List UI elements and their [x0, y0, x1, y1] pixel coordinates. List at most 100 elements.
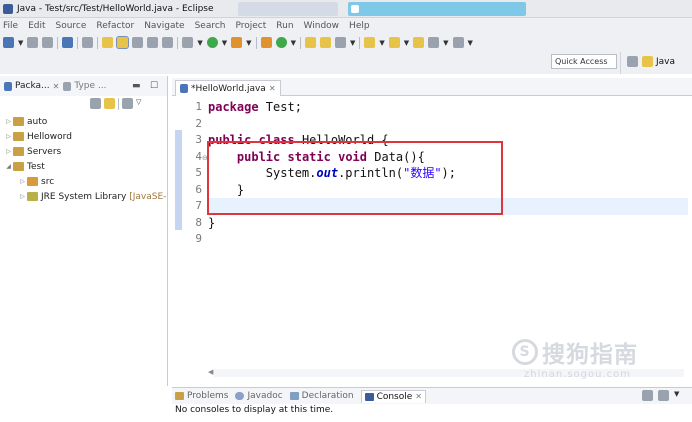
editor-tab-bar: *HelloWorld.java ✕: [172, 78, 692, 96]
java-file-icon: [180, 84, 188, 93]
link-with-editor-icon[interactable]: [104, 98, 115, 109]
tree-item-label: Helloword: [27, 131, 72, 142]
watermark-text: 搜狗指南: [542, 342, 638, 368]
window-title-bar: Java - Test/src/Test/HelloWorld.java - E…: [0, 0, 692, 18]
quick-access-input[interactable]: Quick Access: [551, 54, 617, 69]
new-icon[interactable]: [3, 37, 14, 48]
close-icon[interactable]: ✕: [415, 392, 422, 401]
tree-item-jre-system-library[interactable]: ▷ JRE System Library [JavaSE-: [0, 189, 166, 204]
skip-breakpoints-icon[interactable]: [82, 37, 94, 48]
menu-help[interactable]: Help: [349, 21, 370, 31]
package-explorer-tabs: Packa... ✕ Type ... ▬ ☐: [0, 76, 167, 96]
tree-item-auto[interactable]: ▷ auto: [0, 114, 166, 129]
tree-item-servers[interactable]: ▷ Servers: [0, 144, 166, 159]
tree-item-helloword[interactable]: ▷ Helloword: [0, 129, 166, 144]
new-java-package-icon[interactable]: [260, 37, 272, 48]
menu-search[interactable]: Search: [195, 21, 226, 31]
package-explorer-icon: [4, 81, 12, 91]
debug-dropdown-icon[interactable]: ▼: [197, 39, 202, 47]
menu-run[interactable]: Run: [276, 21, 293, 31]
forward-dropdown-icon[interactable]: ▼: [468, 39, 473, 47]
forward-icon[interactable]: [452, 37, 464, 48]
next-annotation-icon[interactable]: [364, 37, 376, 48]
external-tools-icon[interactable]: [231, 37, 243, 48]
view-menu-icon[interactable]: ▽: [136, 98, 141, 110]
display-console-icon[interactable]: [658, 390, 669, 401]
menu-source[interactable]: Source: [56, 21, 87, 31]
next-annotation-dropdown-icon[interactable]: ▼: [379, 39, 384, 47]
open-type-icon[interactable]: [304, 37, 316, 48]
menu-file[interactable]: File: [3, 21, 18, 31]
show-formatting-icon[interactable]: [162, 37, 174, 48]
expand-arrow-icon[interactable]: ▷: [4, 148, 13, 155]
focus-active-task-icon[interactable]: [122, 98, 133, 109]
scroll-left-icon[interactable]: ◀: [208, 368, 213, 376]
previous-annotation-icon[interactable]: [388, 37, 400, 48]
expand-arrow-icon[interactable]: ▷: [4, 118, 13, 125]
minimize-icon[interactable]: ▬: [132, 81, 141, 91]
menu-refactor[interactable]: Refactor: [96, 21, 134, 31]
last-edit-location-icon[interactable]: [413, 37, 425, 48]
menu-window[interactable]: Window: [304, 21, 340, 31]
search-dropdown-icon[interactable]: ▼: [350, 39, 355, 47]
line-number: 3: [195, 133, 202, 146]
toggle-breadcrumb-icon[interactable]: [147, 37, 159, 48]
collapse-all-icon[interactable]: [90, 98, 101, 109]
run-icon[interactable]: [206, 37, 218, 48]
code-line-1: package Test;: [208, 99, 688, 116]
back-dropdown-icon[interactable]: ▼: [443, 39, 448, 47]
line-number: 1: [195, 100, 202, 113]
run-dropdown-icon[interactable]: ▼: [222, 39, 227, 47]
toolbar-separator: [177, 36, 179, 49]
save-icon[interactable]: [27, 37, 39, 48]
external-tools-dropdown-icon[interactable]: ▼: [246, 39, 251, 47]
new-java-class-icon[interactable]: [275, 37, 287, 48]
java-perspective-button[interactable]: Java: [642, 56, 675, 67]
tab-package-explorer[interactable]: Packa... ✕: [4, 81, 59, 91]
bottom-panel-tabs: Problems Javadoc Declaration Console ✕: [172, 387, 692, 404]
type-hierarchy-icon: [63, 81, 72, 91]
toolbar-separator: [299, 36, 301, 49]
search-icon[interactable]: [334, 37, 346, 48]
console-dropdown-icon[interactable]: ▼: [674, 390, 679, 401]
menu-navigate[interactable]: Navigate: [144, 21, 184, 31]
show-whitespace-icon[interactable]: [132, 37, 144, 48]
maximize-icon[interactable]: ☐: [150, 81, 158, 91]
toolbar-separator: [118, 98, 119, 110]
tree-item-src[interactable]: ▷ src: [0, 174, 166, 189]
line-number-ruler: 1 2 3 4 5 6 7 8 9: [188, 99, 202, 248]
library-icon: [27, 192, 38, 201]
close-icon[interactable]: ✕: [53, 82, 60, 91]
menu-project[interactable]: Project: [235, 21, 266, 31]
pin-console-icon[interactable]: [642, 390, 653, 401]
debug-icon[interactable]: [182, 37, 194, 48]
tree-item-test[interactable]: ◢ Test: [0, 159, 166, 174]
open-task-icon[interactable]: [319, 37, 331, 48]
java-perspective-icon: [642, 56, 653, 67]
back-icon[interactable]: [428, 37, 440, 48]
menu-edit[interactable]: Edit: [28, 21, 45, 31]
terminal-icon[interactable]: [62, 37, 74, 48]
expand-arrow-icon[interactable]: ▷: [4, 133, 13, 140]
tab-type-hierarchy[interactable]: Type ...: [63, 81, 106, 91]
toggle-block-selection-icon[interactable]: [116, 36, 130, 49]
collapse-arrow-icon[interactable]: ◢: [4, 163, 13, 170]
tab-declaration[interactable]: Declaration: [289, 391, 354, 401]
new-class-dropdown-icon[interactable]: ▼: [291, 39, 296, 47]
toggle-mark-occurrences-icon[interactable]: [102, 37, 114, 48]
expand-arrow-icon[interactable]: ▷: [18, 193, 27, 200]
blurred-browser-tab-active: [348, 2, 526, 16]
expand-arrow-icon[interactable]: ▷: [18, 178, 27, 185]
declaration-icon: [289, 392, 299, 400]
previous-annotation-dropdown-icon[interactable]: ▼: [404, 39, 409, 47]
tab-console[interactable]: Console ✕: [360, 389, 426, 403]
save-all-icon[interactable]: [42, 37, 54, 48]
tab-javadoc[interactable]: Javadoc: [235, 391, 283, 401]
tab-package-explorer-label: Packa...: [15, 81, 50, 91]
new-dropdown-icon[interactable]: ▼: [18, 39, 23, 47]
close-icon[interactable]: ✕: [269, 84, 276, 93]
tab-problems[interactable]: Problems: [175, 391, 228, 401]
tree-item-label: auto: [27, 116, 48, 127]
open-perspective-icon[interactable]: [627, 56, 638, 67]
editor-tab-helloworld[interactable]: *HelloWorld.java ✕: [175, 80, 281, 96]
